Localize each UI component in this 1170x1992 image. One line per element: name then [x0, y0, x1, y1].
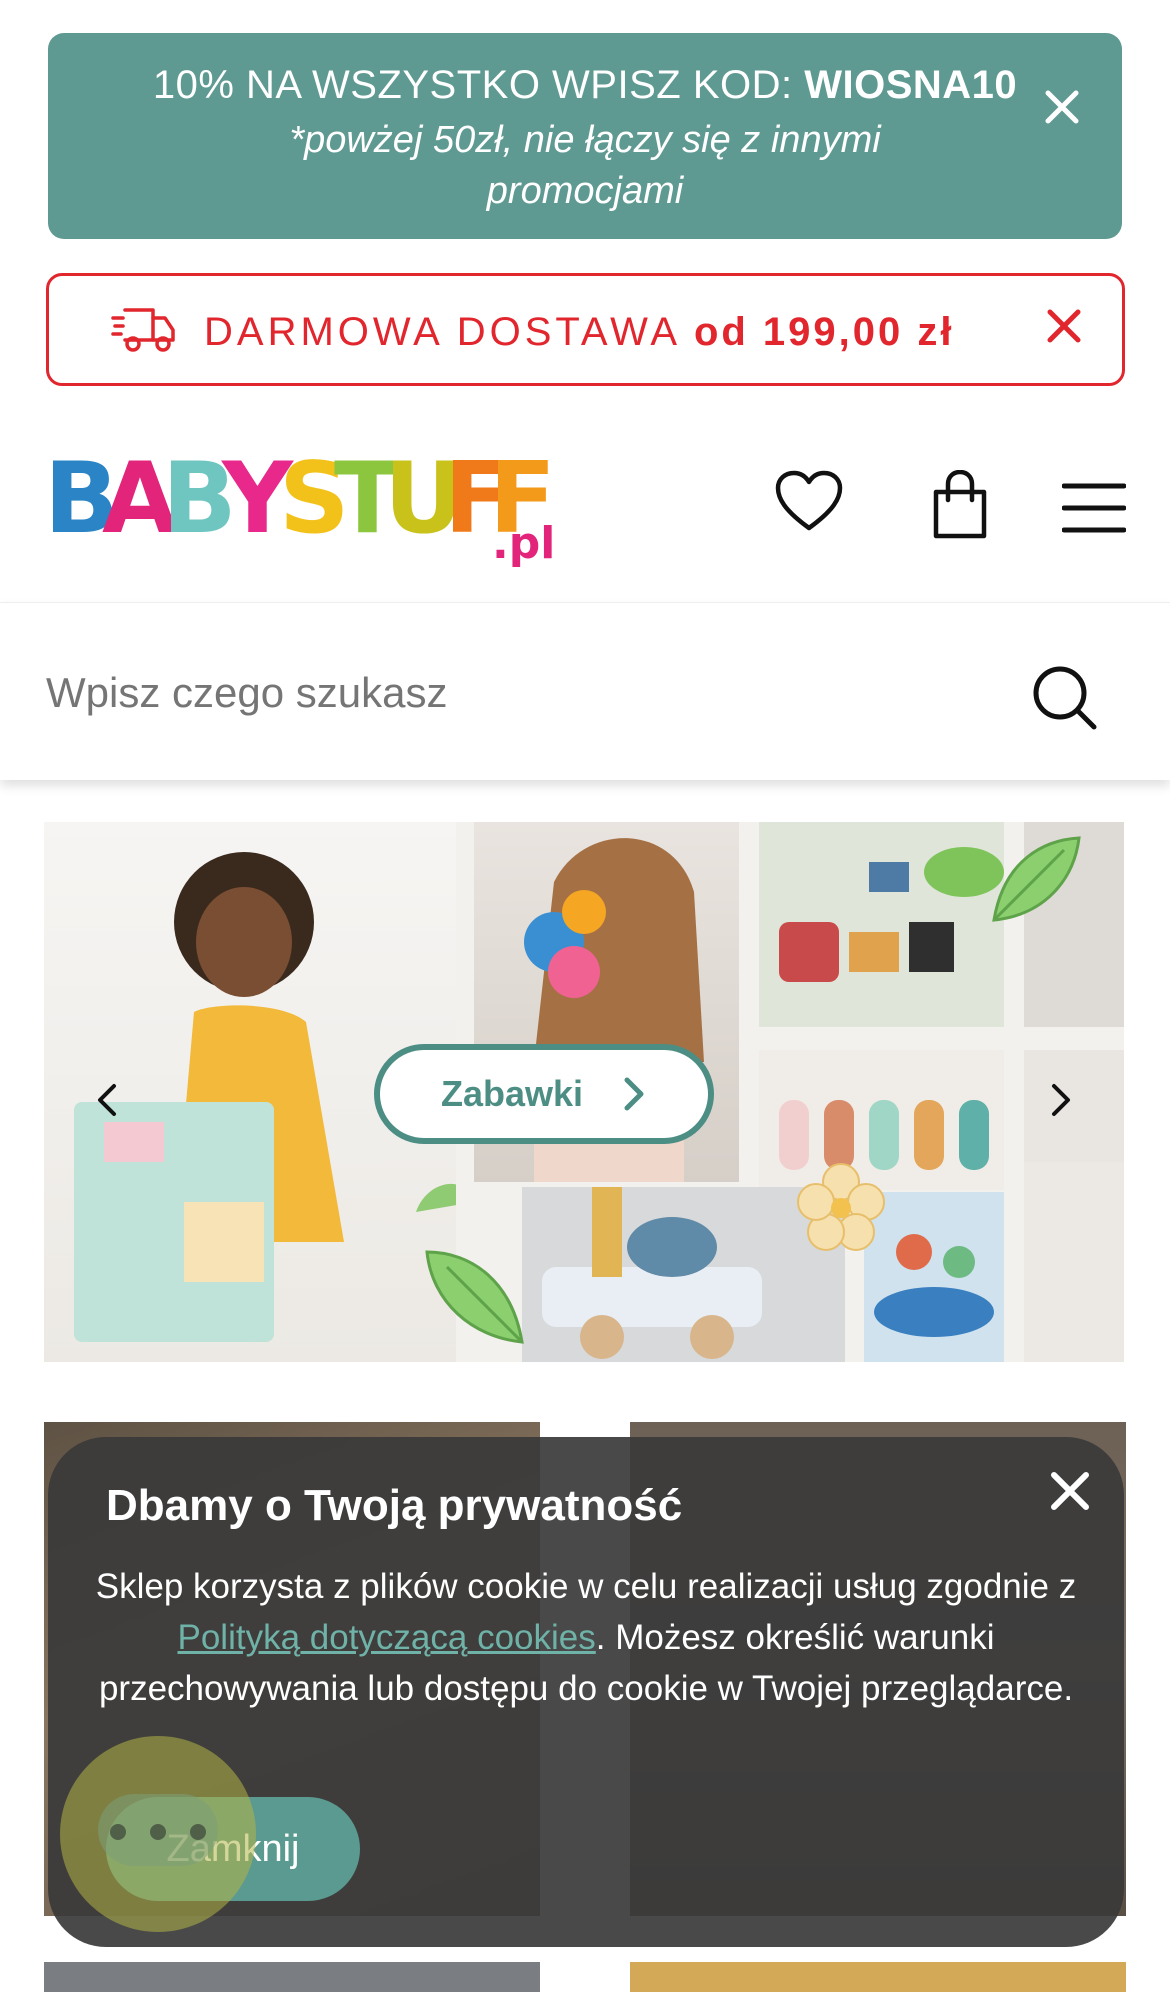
shopping-bag-icon[interactable]: [930, 470, 990, 540]
product-card-image[interactable]: [630, 1962, 1126, 1992]
hero-carousel: Zabawki: [44, 822, 1124, 1362]
search-bar: [0, 602, 1170, 780]
chat-widget-button[interactable]: [60, 1736, 256, 1932]
free-delivery-amount: od 199,00 zł: [693, 310, 955, 354]
carousel-next-icon[interactable]: [1046, 1080, 1076, 1120]
truck-icon: [111, 308, 175, 352]
svg-text:.pl: .pl: [492, 518, 555, 569]
hero-photo-farm-animals: [759, 822, 1004, 1027]
zabawki-category-button[interactable]: Zabawki: [374, 1044, 714, 1144]
babystuff-logo[interactable]: B A B Y S T U F F .pl: [44, 440, 564, 570]
hamburger-menu-icon[interactable]: [1062, 480, 1126, 536]
promo-subtext: *powżej 50zł, nie łączy się z innymi pro…: [289, 119, 881, 212]
promo-banner: 10% NA WSZYSTKO WPISZ KOD: WIOSNA10 *pow…: [48, 33, 1122, 239]
search-input[interactable]: [46, 663, 946, 723]
chevron-right-icon: [624, 1077, 644, 1111]
wishlist-heart-icon[interactable]: [774, 470, 844, 534]
close-icon[interactable]: [1040, 85, 1084, 129]
promo-text: 10% NA WSZYSTKO WPISZ KOD:: [152, 63, 805, 107]
free-delivery-label: DARMOWA DOSTAWA: [204, 310, 694, 354]
chat-bubble-icon: [98, 1794, 218, 1866]
leaf-decoration-icon: [425, 1250, 524, 1344]
free-delivery-text: DARMOWA DOSTAWA od 199,00 zł: [204, 310, 955, 355]
free-delivery-bar: DARMOWA DOSTAWA od 199,00 zł: [46, 273, 1125, 386]
carousel-prev-icon[interactable]: [92, 1080, 122, 1120]
cookie-title: Dbamy o Twoją prywatność: [106, 1481, 683, 1530]
close-icon[interactable]: [1044, 306, 1084, 346]
leaf-decoration-icon: [992, 836, 1081, 922]
search-icon[interactable]: [1030, 663, 1100, 733]
hero-photo-wooden-tree: [1024, 1162, 1124, 1362]
close-icon[interactable]: [1046, 1467, 1094, 1515]
zabawki-label: Zabawki: [440, 1073, 584, 1114]
promo-headline: 10% NA WSZYSTKO WPISZ KOD: WIOSNA10: [48, 63, 1122, 108]
cookie-text-before: Sklep korzysta z plików cookie w celu re…: [95, 1567, 1077, 1606]
cookie-text: Sklep korzysta z plików cookie w celu re…: [88, 1561, 1084, 1714]
promo-code: WIOSNA10: [804, 63, 1018, 107]
product-card-image[interactable]: [44, 1962, 540, 1992]
flower-decoration-icon: [797, 1163, 885, 1251]
cookie-policy-link[interactable]: Polityką dotyczącą cookies: [178, 1618, 596, 1657]
